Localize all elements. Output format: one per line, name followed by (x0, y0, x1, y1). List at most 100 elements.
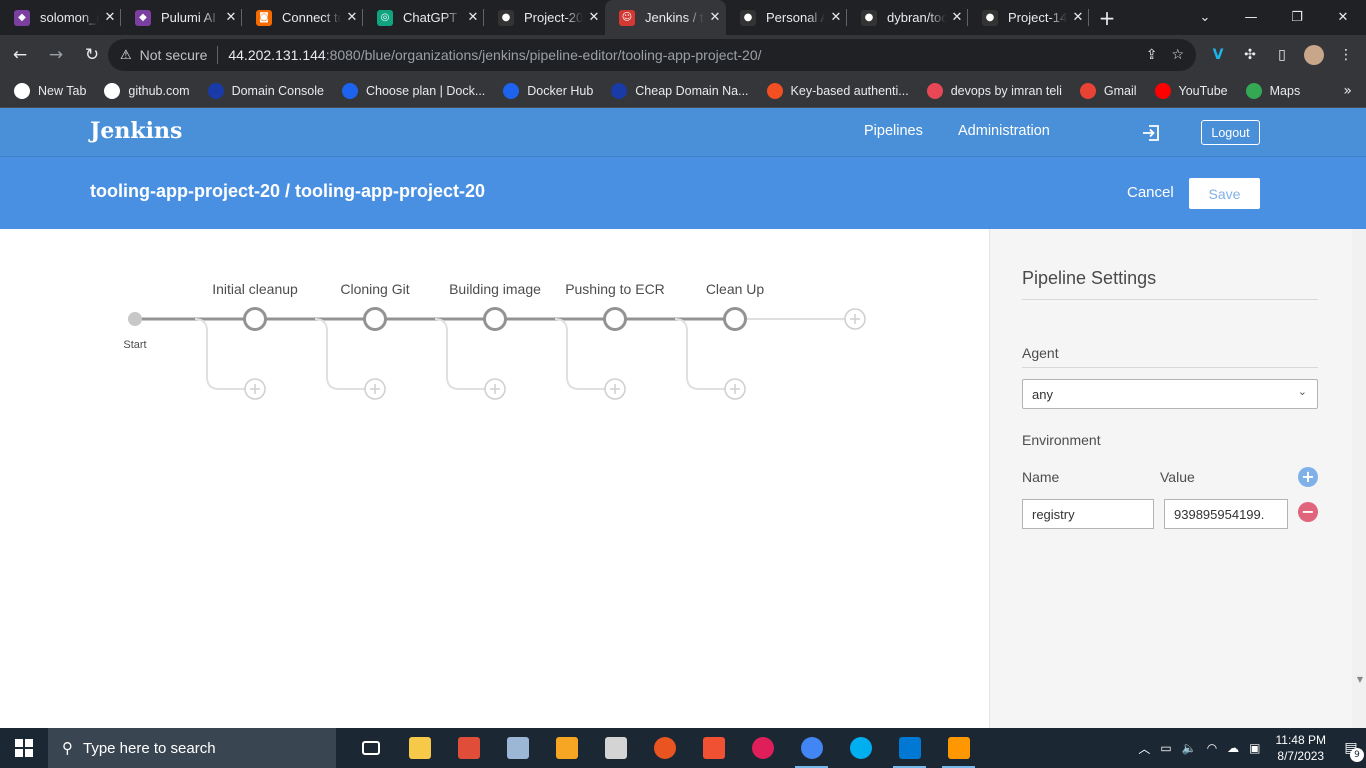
sublime-taskbar-icon[interactable] (934, 728, 983, 768)
back-icon[interactable]: ← (4, 39, 36, 71)
snipping-tool-taskbar-icon[interactable] (591, 728, 640, 768)
vimeo-extension-icon[interactable]: V (1208, 45, 1228, 65)
device-icon[interactable]: ▣ (1249, 741, 1260, 755)
not-secure-label[interactable]: Not secure (140, 47, 208, 63)
browser-tab[interactable]: ◎ ChatGPT ✕ (363, 0, 484, 35)
remove-env-icon[interactable]: − (1298, 502, 1318, 522)
tab-favicon-icon: ◎ (377, 9, 393, 26)
bookmarks-overflow-icon[interactable]: » (1343, 83, 1352, 99)
browser-tab[interactable]: ● Personal A ✕ (726, 0, 847, 35)
close-window-icon[interactable]: ✕ (1320, 0, 1366, 35)
bookmark-item[interactable]: devops by imran teli (926, 83, 1062, 99)
stage-node[interactable] (363, 307, 387, 331)
clock[interactable]: 11:48 PM 8/7/2023 (1276, 732, 1326, 764)
wifi-icon[interactable]: ◠ (1207, 741, 1217, 755)
browser-tab[interactable]: ● Project-14 ✕ (968, 0, 1089, 35)
extensions-puzzle-icon[interactable]: ✣ (1240, 45, 1260, 65)
logout-button[interactable]: Logout (1201, 120, 1260, 145)
agent-divider (1022, 367, 1318, 368)
stage-label[interactable]: Pushing to ECR (545, 281, 685, 297)
bookmark-item[interactable]: Cheap Domain Na... (611, 83, 749, 99)
tab-close-icon[interactable]: ✕ (583, 10, 605, 25)
stage-label[interactable]: Building image (425, 281, 565, 297)
bookmark-item[interactable]: github.com (104, 83, 190, 99)
file-explorer-taskbar-icon[interactable] (395, 728, 444, 768)
jenkins-logo[interactable]: Jenkins (90, 118, 182, 144)
browser-tab[interactable]: ◙ Connect to ✕ (242, 0, 363, 35)
stage-label[interactable]: Clean Up (665, 281, 805, 297)
bookmark-item[interactable]: Gmail (1079, 83, 1137, 99)
share-icon[interactable]: ⇪ (1146, 47, 1158, 63)
bookmark-item[interactable]: Docker Hub (503, 83, 593, 99)
browser-tab[interactable]: ◆ solomon_c ✕ (0, 0, 121, 35)
bookmark-item[interactable]: Domain Console (207, 83, 324, 99)
stage-node[interactable] (483, 307, 507, 331)
taskbar-search[interactable]: ⚲ Type here to search (48, 728, 336, 768)
nav-pipelines[interactable]: Pipelines (864, 123, 923, 139)
agent-select[interactable]: any ⌄ (1022, 379, 1318, 409)
tray-overflow-icon[interactable]: ︿ (1138, 740, 1150, 757)
exit-classic-icon[interactable] (1141, 123, 1161, 143)
browser-tab[interactable]: ☺ Jenkins / to✕ (605, 0, 726, 35)
tab-close-icon[interactable]: ✕ (99, 10, 121, 25)
reload-icon[interactable]: ↻ (76, 39, 108, 71)
add-env-icon[interactable]: + (1298, 467, 1318, 487)
forward-icon[interactable]: → (40, 39, 72, 71)
stage-label[interactable]: Initial cleanup (185, 281, 325, 297)
tab-close-icon[interactable]: ✕ (341, 10, 363, 25)
page-scrollbar[interactable]: ▼ (1352, 229, 1366, 728)
stage-node[interactable] (723, 307, 747, 331)
stage-label[interactable]: Cloning Git (305, 281, 445, 297)
git-taskbar-icon[interactable] (689, 728, 738, 768)
skype-taskbar-icon[interactable] (836, 728, 885, 768)
window-controls: ⌄ — ❐ ✕ (1182, 0, 1366, 35)
slack-taskbar-icon[interactable] (738, 728, 787, 768)
settings-divider (1022, 299, 1318, 300)
minimize-icon[interactable]: — (1228, 0, 1274, 35)
browser-tab[interactable]: ● dybran/too ✕ (847, 0, 968, 35)
tab-close-icon[interactable]: ✕ (220, 10, 242, 25)
browser-tab[interactable]: ● Project-20 ✕ (484, 0, 605, 35)
tab-close-icon[interactable]: ✕ (1067, 10, 1089, 25)
paint-taskbar-icon[interactable] (444, 728, 493, 768)
tab-close-icon[interactable]: ✕ (946, 10, 968, 25)
bookmark-item[interactable]: Choose plan | Dock... (342, 83, 485, 99)
scroll-down-icon[interactable]: ▼ (1357, 675, 1363, 684)
browser-tab[interactable]: ◆ Pulumi AI | ✕ (121, 0, 242, 35)
cancel-button[interactable]: Cancel (1127, 184, 1174, 201)
stage-node[interactable] (603, 307, 627, 331)
env-value-input[interactable] (1164, 499, 1288, 529)
notification-icon[interactable]: ▤ 9 (1336, 728, 1366, 768)
chrome-taskbar-icon[interactable] (787, 728, 836, 768)
tab-close-icon[interactable]: ✕ (825, 10, 847, 25)
bookmark-item[interactable]: Maps (1245, 83, 1300, 99)
ubuntu-taskbar-icon[interactable] (640, 728, 689, 768)
photos-taskbar-icon[interactable] (493, 728, 542, 768)
bookmark-item[interactable]: YouTube (1154, 83, 1228, 99)
tab-close-icon[interactable]: ✕ (704, 10, 726, 25)
task-view-taskbar-icon[interactable] (346, 728, 395, 768)
profile-avatar[interactable] (1304, 45, 1324, 65)
bookmark-item[interactable]: Key-based authenti... (766, 83, 909, 99)
new-tab-button[interactable]: + (1089, 0, 1125, 35)
onedrive-icon[interactable]: ☁ (1227, 741, 1239, 755)
restore-icon[interactable]: ❐ (1274, 0, 1320, 35)
volume-icon[interactable]: 🔈 (1182, 741, 1197, 755)
address-bar[interactable]: ⚠ Not secure 44.202.131.144:8080/blue/or… (108, 39, 1196, 71)
warning-icon[interactable]: ⚠ (120, 48, 132, 63)
tab-close-icon[interactable]: ✕ (462, 10, 484, 25)
tab-search-icon[interactable]: ⌄ (1182, 0, 1228, 35)
bookmark-item[interactable]: New Tab (14, 83, 86, 99)
windows-start-icon[interactable] (0, 728, 48, 768)
browser-menu-icon[interactable]: ⋮ (1336, 45, 1356, 65)
media-player-taskbar-icon[interactable] (542, 728, 591, 768)
bookmark-star-icon[interactable]: ☆ (1171, 47, 1184, 63)
git-icon (702, 737, 725, 759)
save-button[interactable]: Save (1189, 178, 1260, 209)
env-name-input[interactable] (1022, 499, 1154, 529)
battery-icon[interactable]: ▭ (1160, 741, 1171, 755)
stage-node[interactable] (243, 307, 267, 331)
nav-administration[interactable]: Administration (958, 123, 1050, 139)
vscode-taskbar-icon[interactable] (885, 728, 934, 768)
side-panel-icon[interactable]: ▯ (1272, 45, 1292, 65)
